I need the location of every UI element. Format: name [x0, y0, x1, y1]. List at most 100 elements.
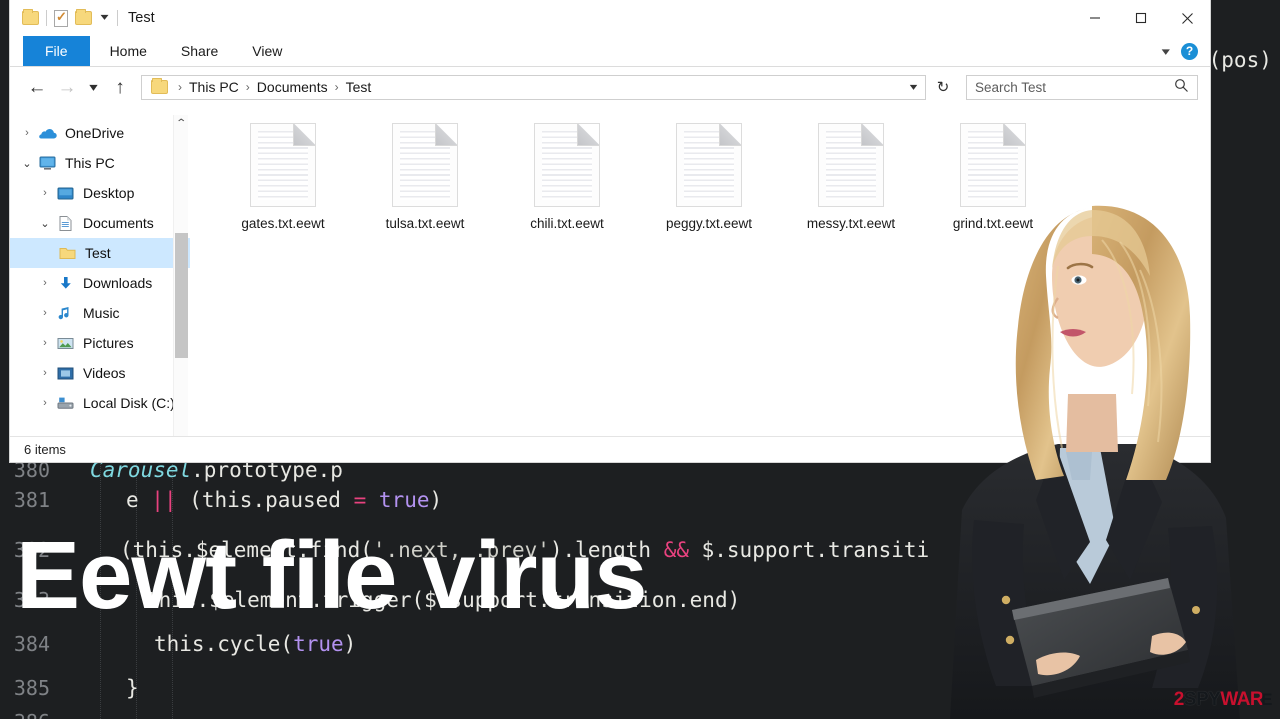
search-icon[interactable]: [1174, 78, 1189, 96]
divider: [117, 10, 119, 26]
navigation-scrollbar[interactable]: ⌃ ⌄: [173, 115, 188, 454]
text-document-icon: [534, 123, 600, 207]
properties-icon[interactable]: [54, 9, 68, 27]
breadcrumb-this-pc[interactable]: This PC: [189, 79, 239, 95]
file-name-label: gates.txt.eewt: [241, 216, 325, 231]
sidebar-item-onedrive[interactable]: › OneDrive: [10, 118, 190, 148]
recent-locations-button[interactable]: ▾: [80, 74, 107, 100]
file-name-label: messy.txt.eewt: [806, 216, 896, 231]
chevron-right-icon[interactable]: ›: [34, 187, 56, 199]
videos-icon: [56, 365, 76, 382]
sidebar-item-label: Music: [83, 305, 120, 321]
minimize-button[interactable]: [1072, 0, 1118, 36]
breadcrumb-separator: ›: [334, 80, 339, 94]
file-name-label: peggy.txt.eewt: [665, 216, 753, 231]
sidebar-item-label: OneDrive: [65, 125, 125, 141]
sidebar-item-pictures[interactable]: › Pictures: [10, 328, 190, 358]
code-line-number: 384: [13, 632, 50, 656]
text-document-icon: [392, 123, 458, 207]
tab-file[interactable]: File: [23, 36, 90, 66]
file-item[interactable]: grind.txt.eewt: [922, 121, 1064, 231]
music-note-icon: [56, 305, 76, 322]
code-line-number: 386: [0, 710, 66, 719]
sidebar-item-music[interactable]: › Music: [10, 298, 190, 328]
back-button[interactable]: ←: [24, 74, 50, 100]
chevron-down-icon[interactable]: ▾: [910, 82, 924, 93]
chevron-right-icon[interactable]: ›: [34, 277, 56, 289]
folder-icon: [151, 78, 168, 94]
watermark-number: 2: [1173, 689, 1185, 710]
code-line-number: 381: [13, 488, 50, 512]
file-list-view[interactable]: gates.txt.eewt tulsa.txt.eewt chili.txt.…: [190, 107, 1210, 456]
tab-home[interactable]: Home: [93, 36, 164, 66]
file-name-label: grind.txt.eewt: [952, 216, 1034, 231]
desktop-icon: [56, 185, 76, 202]
file-item[interactable]: tulsa.txt.eewt: [354, 121, 496, 231]
chevron-down-icon[interactable]: ⌄: [16, 157, 38, 170]
sidebar-item-documents[interactable]: ⌄ Documents: [10, 208, 190, 238]
refresh-button[interactable]: ↻: [930, 75, 956, 100]
sidebar-item-test[interactable]: Test: [10, 238, 190, 268]
downloads-arrow-icon: [56, 275, 76, 292]
chevron-right-icon[interactable]: ›: [34, 397, 56, 409]
file-item[interactable]: gates.txt.eewt: [212, 121, 354, 231]
chevron-right-icon[interactable]: ›: [34, 367, 56, 379]
sidebar-item-videos[interactable]: › Videos: [10, 358, 190, 388]
address-input[interactable]: › This PC › Documents › Test ▾: [141, 74, 926, 100]
file-explorer-window: ▾ Test File Home Share View ▾ ? ← →: [10, 0, 1210, 462]
sidebar-item-downloads[interactable]: › Downloads: [10, 268, 190, 298]
search-input[interactable]: Search Test: [966, 74, 1198, 100]
sidebar-item-label: This PC: [65, 155, 115, 171]
tab-share[interactable]: Share: [164, 36, 235, 66]
chevron-down-icon[interactable]: ▾: [100, 13, 108, 23]
file-item[interactable]: messy.txt.eewt: [780, 121, 922, 231]
file-item[interactable]: chili.txt.eewt: [496, 121, 638, 231]
watermark-war: WAR: [1220, 689, 1264, 710]
code-line-number: 385: [13, 676, 50, 700]
chevron-right-icon[interactable]: ›: [34, 337, 56, 349]
breadcrumb-test[interactable]: Test: [346, 79, 372, 95]
file-name-label: chili.txt.eewt: [530, 216, 604, 231]
breadcrumb-separator: ›: [178, 80, 182, 94]
sidebar-item-label: Downloads: [83, 275, 153, 291]
divider: [46, 10, 47, 26]
file-item[interactable]: peggy.txt.eewt: [638, 121, 780, 231]
this-pc-monitor-icon: [38, 155, 58, 172]
new-folder-icon[interactable]: [75, 9, 92, 25]
text-document-icon: [250, 123, 316, 207]
help-icon[interactable]: ?: [1181, 42, 1198, 60]
maximize-button[interactable]: [1118, 0, 1164, 36]
documents-icon: [56, 215, 76, 232]
chevron-down-icon[interactable]: ▾: [1162, 45, 1170, 58]
sidebar-item-desktop[interactable]: › Desktop: [10, 178, 190, 208]
scroll-up-arrow[interactable]: ⌃: [175, 115, 187, 132]
chevron-down-icon[interactable]: ⌄: [34, 217, 56, 230]
navigation-pane: › OneDrive ⌄ This PC › Desktop ⌄ Documen…: [10, 107, 190, 456]
scrollbar-thumb[interactable]: [174, 233, 188, 358]
up-button[interactable]: ↑: [107, 74, 133, 100]
sidebar-item-label: Local Disk (C:): [83, 395, 175, 411]
breadcrumb-documents[interactable]: Documents: [257, 79, 328, 95]
forward-button[interactable]: →: [54, 74, 80, 100]
sidebar-item-label: Pictures: [83, 335, 134, 351]
sidebar-item-label: Videos: [83, 365, 126, 381]
chevron-right-icon[interactable]: ›: [34, 307, 56, 319]
tab-view[interactable]: View: [235, 36, 299, 66]
pictures-icon: [56, 335, 76, 352]
sidebar-item-this-pc[interactable]: ⌄ This PC: [10, 148, 190, 178]
watermark-tail: E: [1261, 690, 1272, 709]
sidebar-item-label: Documents: [83, 215, 154, 231]
file-name-label: tulsa.txt.eewt: [385, 216, 465, 231]
sidebar-item-label: Test: [85, 245, 111, 261]
window-controls: [1072, 0, 1210, 36]
page-title: Eewt file virus: [16, 522, 648, 629]
close-button[interactable]: [1164, 0, 1210, 36]
sidebar-item-local-disk-c[interactable]: › Local Disk (C:): [10, 388, 190, 418]
ribbon-tab-bar: File Home Share View ▾ ?: [10, 36, 1210, 67]
chevron-right-icon[interactable]: ›: [16, 127, 38, 139]
site-watermark: 2 SPY WAR E: [1173, 689, 1273, 711]
item-count-label: 6 items: [24, 442, 66, 457]
folder-icon[interactable]: [22, 9, 39, 25]
folder-icon: [58, 245, 78, 262]
explorer-body: › OneDrive ⌄ This PC › Desktop ⌄ Documen…: [10, 107, 1210, 456]
